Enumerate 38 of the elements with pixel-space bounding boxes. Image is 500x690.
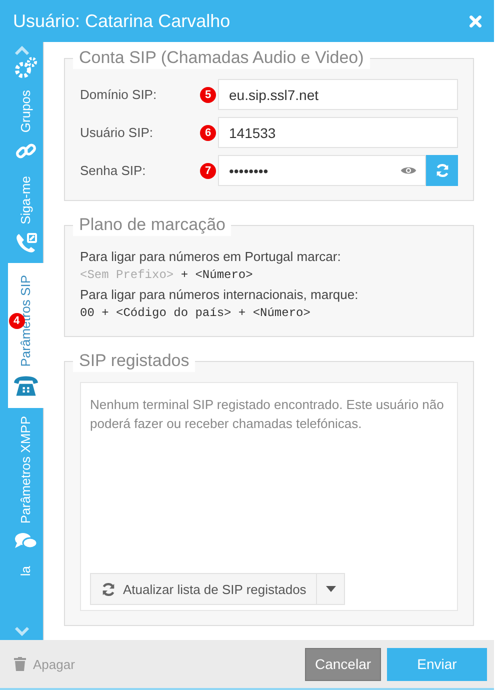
dial-plan-text: Para ligar para números internacionais, marque: (80, 286, 360, 303)
telephone-icon (12, 374, 38, 398)
dial-plan-text: Para ligar para números em Portugal marcar: (80, 248, 342, 265)
update-button[interactable]: Atualizar lista de SIP registados (90, 573, 318, 605)
sidebar-tab[interactable]: Parâmetros XMPP (8, 408, 44, 558)
submit-button[interactable]: Enviar (387, 648, 487, 680)
sidebar-tab[interactable]: Parâmetros SIP 4 (8, 263, 44, 408)
chevron-down-icon[interactable] (14, 626, 30, 636)
delete-button[interactable]: Apagar (14, 656, 75, 672)
sidebar-tab[interactable]: Siga-me (8, 168, 44, 264)
close-icon[interactable] (469, 14, 482, 28)
number-badge: 6 (200, 124, 216, 140)
dial-plan-text: <Sem Prefixo> + <Número> (80, 267, 254, 284)
input-field[interactable]: 141533 (218, 117, 458, 148)
field-label: Domínio SIP: (80, 87, 158, 102)
sidebar-tab[interactable]: Grupos (8, 86, 44, 168)
phone-forward-icon (14, 231, 38, 256)
trash-icon (14, 657, 26, 671)
field-label: Senha SIP: (80, 163, 147, 178)
field-label: Usuário SIP: (80, 125, 154, 140)
cancel-button[interactable]: Cancelar (305, 648, 381, 680)
number-badge: 7 (200, 162, 216, 178)
eye-icon[interactable] (400, 165, 417, 176)
window-title: Usuário: Catarina Carvalho (13, 10, 232, 32)
refresh-icon (434, 163, 450, 178)
caret-icon (326, 586, 336, 592)
sidebar-tab[interactable]: la (8, 558, 44, 577)
refresh-icon (101, 582, 116, 596)
empty-message: Nenhum terminal SIP registado encontrado. Este usuário não poderá fazer ou receber chamadas telefónicas. (90, 396, 445, 433)
password-field[interactable]: •••••••• (218, 155, 426, 186)
input-field[interactable]: eu.sip.ssl7.net (218, 79, 458, 110)
number-badge: 5 (200, 86, 216, 102)
number-badge: 4 (8, 313, 24, 330)
dropdown-button[interactable] (317, 573, 346, 605)
refresh-button[interactable] (426, 155, 458, 186)
gears-icon (14, 56, 38, 80)
dial-plan-text: 00 + <Código do país> + <Número> (80, 305, 312, 322)
chevron-up-icon[interactable] (14, 46, 30, 56)
